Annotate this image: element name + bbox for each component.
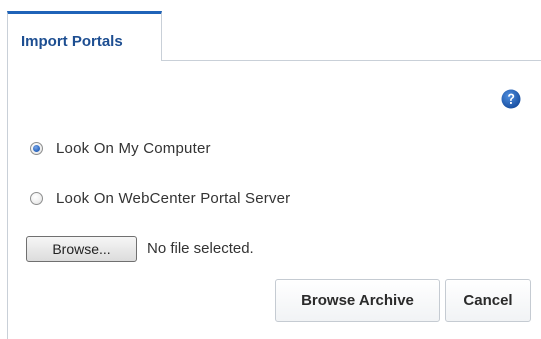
help-icon[interactable] xyxy=(501,89,521,109)
tab-label: Import Portals xyxy=(21,33,123,50)
browse-archive-button[interactable]: Browse Archive xyxy=(275,279,440,322)
radio-look-on-my-computer[interactable]: Look On My Computer xyxy=(30,138,211,158)
tab-import-portals[interactable]: Import Portals xyxy=(7,11,162,61)
file-selection-status: No file selected. xyxy=(147,240,254,257)
radio-label: Look On WebCenter Portal Server xyxy=(56,189,291,207)
browse-file-button[interactable]: Browse... xyxy=(26,236,137,262)
tab-bar: Import Portals xyxy=(0,0,541,61)
radio-label: Look On My Computer xyxy=(56,139,211,157)
radio-button-checked[interactable] xyxy=(30,141,43,155)
radio-look-on-webcenter-portal-server[interactable]: Look On WebCenter Portal Server xyxy=(30,188,290,208)
cancel-button[interactable]: Cancel xyxy=(445,279,531,322)
radio-button[interactable] xyxy=(30,191,43,205)
import-portals-dialog: Import Portals Look On My Computer Look … xyxy=(0,0,541,339)
